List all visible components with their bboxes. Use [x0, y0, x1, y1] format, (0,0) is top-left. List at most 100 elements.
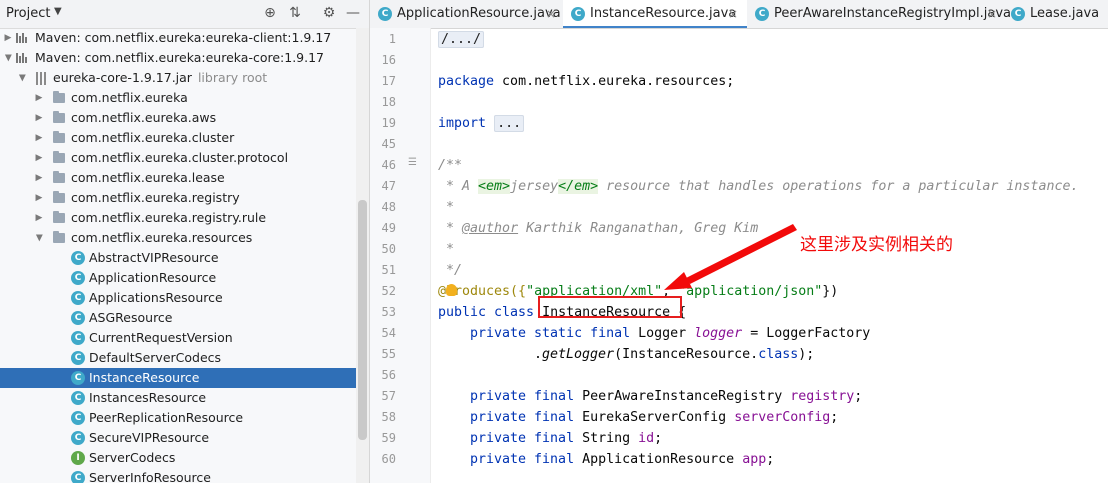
tree-item-package[interactable]: ▶ com.netflix.eureka	[0, 88, 356, 108]
package-icon	[53, 171, 65, 183]
editor-gutter[interactable]: 1 16 17 18 19 45 46 ☰ 47 48 49 50 51 52 …	[370, 28, 431, 483]
class-icon: C	[1011, 7, 1025, 21]
tree-scrollbar-thumb[interactable]	[358, 200, 367, 440]
comment-text: resource that handles operations for a p…	[598, 179, 1079, 194]
project-view-selector[interactable]: Project	[6, 6, 50, 21]
code-text: ApplicationResource	[574, 452, 743, 467]
tree-item-package[interactable]: ▶ com.netflix.eureka.aws	[0, 108, 356, 128]
close-icon[interactable]: ×	[546, 0, 556, 28]
tree-item-label: ASGResource	[89, 310, 173, 325]
chevron-right-icon[interactable]: ▶	[33, 168, 45, 188]
chevron-right-icon[interactable]: ▶	[33, 208, 45, 228]
tree-item-eureka-core[interactable]: ▶ Maven: com.netflix.eureka:eureka-core:…	[0, 48, 356, 68]
tree-item-class[interactable]: C PeerReplicationResource	[0, 408, 356, 428]
tree-item-label: ApplicationsResource	[89, 290, 223, 305]
code-line: private final PeerAwareInstanceRegistry …	[470, 386, 862, 407]
tree-item-label: com.netflix.eureka.resources	[71, 230, 253, 245]
chevron-right-icon[interactable]: ▶	[2, 28, 14, 48]
package-icon	[53, 131, 65, 143]
line-number: 18	[381, 95, 396, 109]
tree-item-label: com.netflix.eureka.cluster	[71, 130, 235, 145]
folded-region[interactable]: /.../	[438, 31, 485, 48]
tree-item-class[interactable]: C InstancesResource	[0, 388, 356, 408]
interface-icon: I	[71, 451, 85, 465]
chevron-right-icon[interactable]: ▶	[33, 128, 45, 148]
tree-item-label: AbstractVIPResource	[89, 250, 219, 265]
static-field: logger	[694, 326, 743, 341]
project-panel: Project ▼ ⊕ ⇅ ⚙ — ▶ Maven: com.netflix.e…	[0, 0, 370, 483]
maven-library-icon	[16, 33, 28, 43]
class-icon: C	[571, 7, 585, 21]
folded-imports[interactable]: ...	[494, 115, 525, 132]
tab-application-resource[interactable]: C ApplicationResource.java ×	[370, 0, 563, 28]
html-tag: </em>	[558, 179, 599, 194]
tree-item-label: ServerInfoResource	[89, 470, 211, 483]
comment-text: * A	[438, 179, 479, 194]
chevron-down-icon[interactable]: ▼	[54, 6, 62, 17]
class-icon: C	[71, 431, 85, 445]
tree-item-label: Maven: com.netflix.eureka:eureka-core:1.…	[35, 50, 325, 65]
keyword: private static final	[470, 326, 631, 341]
tree-item-class-selected[interactable]: C InstanceResource	[0, 368, 356, 388]
class-icon: C	[755, 7, 769, 21]
gear-icon[interactable]: ⚙	[320, 4, 338, 22]
close-icon[interactable]: ×	[728, 0, 738, 28]
tree-item-jar[interactable]: ▶ eureka-core-1.9.17.jar library root	[0, 68, 356, 88]
tree-item-class[interactable]: C ApplicationResource	[0, 268, 356, 288]
lightbulb-icon[interactable]	[446, 284, 457, 296]
chevron-right-icon[interactable]: ▶	[33, 188, 45, 208]
tree-item-label: InstanceResource	[89, 370, 200, 385]
chevron-down-icon[interactable]: ▶	[29, 232, 49, 244]
package-icon	[53, 191, 65, 203]
class-icon: C	[71, 411, 85, 425]
code-text: ;	[654, 431, 663, 446]
package-icon	[53, 91, 65, 103]
tab-lease[interactable]: C Lease.java	[1003, 0, 1108, 28]
tree-item-class[interactable]: C ASGResource	[0, 308, 356, 328]
chevron-right-icon[interactable]: ▶	[33, 148, 45, 168]
class-icon: C	[71, 251, 85, 265]
jar-icon	[36, 72, 47, 85]
field: registry	[790, 389, 855, 404]
close-icon[interactable]: ×	[987, 0, 997, 28]
doc-toggle-icon[interactable]: ☰	[408, 157, 417, 168]
tree-item-interface[interactable]: I ServerCodecs	[0, 448, 356, 468]
code-line: .getLogger(InstanceResource.class);	[534, 344, 814, 365]
tree-item-class[interactable]: C DefaultServerCodecs	[0, 348, 356, 368]
code-line: *	[438, 242, 455, 257]
tab-instance-resource[interactable]: C InstanceResource.java ×	[563, 0, 747, 28]
target-icon[interactable]: ⊕	[261, 4, 279, 22]
class-icon: C	[71, 351, 85, 365]
chevron-right-icon[interactable]: ▶	[33, 108, 45, 128]
tree-item-class[interactable]: C ServerInfoResource	[0, 468, 356, 483]
tree-item-class[interactable]: C SecureVIPResource	[0, 428, 356, 448]
chevron-right-icon[interactable]: ▶	[33, 88, 45, 108]
collapse-all-icon[interactable]: ⇅	[286, 4, 304, 22]
tree-item-package[interactable]: ▶ com.netflix.eureka.lease	[0, 168, 356, 188]
maven-library-icon	[16, 53, 28, 63]
tree-item-package[interactable]: ▶ com.netflix.eureka.resources	[0, 228, 356, 248]
package-icon	[53, 231, 65, 243]
tree-item-class[interactable]: C CurrentRequestVersion	[0, 328, 356, 348]
tab-peer-aware-registry[interactable]: C PeerAwareInstanceRegistryImpl.java ×	[747, 0, 1011, 28]
line-number: 45	[381, 137, 396, 151]
line-number: 50	[381, 242, 396, 256]
class-icon: C	[71, 271, 85, 285]
tree-item-package[interactable]: ▶ com.netflix.eureka.registry	[0, 188, 356, 208]
chevron-down-icon[interactable]: ▶	[12, 72, 32, 84]
tree-item-class[interactable]: C ApplicationsResource	[0, 288, 356, 308]
tree-item-package[interactable]: ▶ com.netflix.eureka.cluster.protocol	[0, 148, 356, 168]
tree-item-eureka-client[interactable]: ▶ Maven: com.netflix.eureka:eureka-clien…	[0, 28, 356, 48]
code-line: private final EurekaServerConfig serverC…	[470, 407, 838, 428]
tree-item-package[interactable]: ▶ com.netflix.eureka.registry.rule	[0, 208, 356, 228]
tree-item-class[interactable]: C AbstractVIPResource	[0, 248, 356, 268]
code-text: String	[574, 431, 639, 446]
line-number: 46	[381, 158, 396, 172]
minimize-icon[interactable]: —	[344, 4, 362, 22]
tree-item-label: SecureVIPResource	[89, 430, 210, 445]
line-number: 48	[381, 200, 396, 214]
field: app	[742, 452, 767, 467]
tab-label: InstanceResource.java	[590, 6, 737, 21]
code-text: (InstanceResource.	[614, 347, 759, 362]
tree-item-package[interactable]: ▶ com.netflix.eureka.cluster	[0, 128, 356, 148]
